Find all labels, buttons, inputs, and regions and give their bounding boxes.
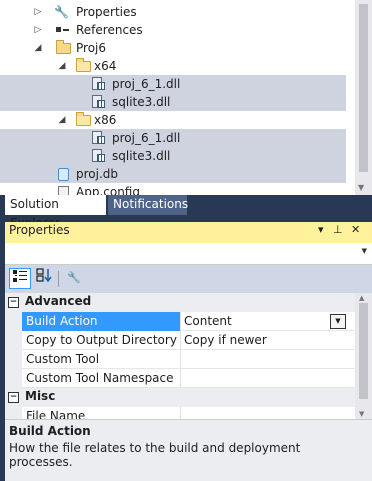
solution-explorer-scrollbar[interactable]: ▼: [355, 0, 372, 195]
object-selector-dropdown[interactable]: ▼: [5, 243, 372, 265]
properties-title-bar: Properties ▾ ⊥ ✕: [5, 222, 372, 243]
properties-title: Properties: [9, 223, 70, 237]
row-gutter: [5, 312, 22, 331]
folder-open-icon: [76, 112, 91, 126]
references-icon: [56, 27, 69, 33]
expand-arrow-icon[interactable]: ▷: [32, 21, 44, 39]
tree-item-label: proj_6_1.dll: [112, 131, 181, 145]
chevron-down-icon[interactable]: ▼: [330, 314, 346, 329]
category-label: Advanced: [25, 294, 92, 308]
tree-item-dll[interactable]: sqlite3.dll: [0, 147, 346, 165]
property-row-custom-tool-namespace[interactable]: Custom Tool Namespace: [5, 369, 355, 388]
property-description-pane: Build Action How the file relates to the…: [5, 419, 372, 481]
folder-icon: [56, 40, 71, 54]
property-name: File Name: [22, 407, 181, 419]
tree-item-x64-folder[interactable]: ◢ x64: [0, 57, 346, 75]
property-name: Custom Tool: [22, 350, 181, 369]
tree-item-label: Proj6: [76, 41, 107, 55]
categorized-icon: [13, 270, 27, 282]
collapse-arrow-icon[interactable]: ◢: [56, 57, 68, 75]
alphabetical-view-button[interactable]: [33, 268, 55, 289]
tree-item-label: x64: [94, 59, 117, 73]
scroll-up-arrow-icon[interactable]: ▲: [359, 294, 364, 302]
toolbar-separator: [58, 271, 59, 287]
properties-toolbar: 🔧: [5, 265, 372, 293]
chevron-down-icon[interactable]: ▼: [362, 247, 367, 255]
property-row-custom-tool[interactable]: Custom Tool: [5, 350, 355, 369]
properties-panel: Properties ▾ ⊥ ✕ ▼ 🔧 − Advanced Build Ac…: [5, 222, 372, 481]
dll-icon: [92, 131, 106, 146]
scrollbar-thumb[interactable]: [359, 4, 368, 172]
property-pages-button[interactable]: 🔧: [63, 268, 85, 289]
tree-item-label: x86: [94, 113, 117, 127]
tab-notifications[interactable]: Notifications: [108, 195, 188, 215]
close-icon[interactable]: ✕: [351, 223, 360, 236]
property-grid-scrollbar[interactable]: ▲ ▼: [355, 293, 372, 419]
property-row-file-name[interactable]: File Name: [5, 407, 355, 419]
tree-item-label: sqlite3.dll: [112, 95, 171, 109]
property-name: Build Action: [22, 312, 181, 331]
tree-item-properties[interactable]: ▷ 🔧 Properties: [0, 3, 346, 21]
tree-item-x86-folder[interactable]: ◢ x86: [0, 111, 346, 129]
window-position-dropdown-icon[interactable]: ▾: [318, 223, 324, 236]
sort-alphabetical-icon: [36, 268, 52, 283]
row-gutter: [5, 407, 22, 419]
tree-item-label: App.config: [76, 185, 140, 195]
scrollbar-thumb[interactable]: [359, 303, 368, 399]
expand-arrow-icon[interactable]: ▷: [32, 3, 44, 21]
tree-item-label: proj.db: [76, 167, 119, 181]
categorized-view-button[interactable]: [9, 268, 31, 289]
tree-item-dll[interactable]: proj_6_1.dll: [0, 129, 346, 147]
description-heading: Build Action: [9, 424, 91, 438]
tree-item-label: References: [76, 23, 143, 37]
property-value[interactable]: [181, 407, 355, 419]
dll-icon: [92, 77, 106, 92]
config-file-icon: [58, 186, 69, 195]
collapse-category-icon[interactable]: −: [8, 297, 19, 308]
category-advanced[interactable]: − Advanced: [5, 293, 355, 312]
row-gutter: [5, 350, 22, 369]
tool-window-tabs: Solution Explorer Notifications: [0, 195, 372, 230]
property-grid: − Advanced Build Action Content ▼ Copy t…: [5, 293, 355, 419]
row-gutter: [5, 369, 22, 388]
tree-item-app-config[interactable]: App.config: [0, 183, 346, 195]
wrench-icon: 🔧: [54, 5, 69, 19]
tree-item-label: sqlite3.dll: [112, 149, 171, 163]
collapse-category-icon[interactable]: −: [8, 392, 19, 403]
category-misc[interactable]: − Misc: [5, 388, 355, 407]
property-value[interactable]: Copy if newer: [181, 331, 355, 350]
scroll-down-arrow-icon[interactable]: ▼: [358, 183, 364, 192]
description-text: How the file relates to the build and de…: [9, 441, 301, 469]
property-row-copy-to-output[interactable]: Copy to Output Directory Copy if newer: [5, 331, 355, 350]
tree-item-proj-db[interactable]: proj.db: [0, 165, 346, 183]
database-file-icon: [58, 168, 69, 181]
scroll-down-arrow-icon[interactable]: ▼: [359, 410, 364, 418]
pin-icon[interactable]: ⊥: [333, 223, 343, 236]
property-row-build-action[interactable]: Build Action Content ▼: [5, 312, 355, 331]
collapse-arrow-icon[interactable]: ◢: [56, 111, 68, 129]
tree-item-dll[interactable]: proj_6_1.dll: [0, 75, 346, 93]
tree-item-references[interactable]: ▷ References: [0, 21, 346, 39]
property-value[interactable]: [181, 350, 355, 369]
tree-item-dll[interactable]: sqlite3.dll: [0, 93, 346, 111]
dll-icon: [92, 149, 106, 164]
dll-icon: [92, 95, 106, 110]
tree-item-proj6-folder[interactable]: ◢ Proj6: [0, 39, 346, 57]
solution-explorer: ▷ 🔧 Properties ▷ References ◢ Proj6 ◢ x6…: [0, 0, 372, 195]
folder-open-icon: [76, 58, 91, 72]
tab-solution-explorer[interactable]: Solution Explorer: [5, 195, 106, 230]
category-label: Misc: [25, 389, 56, 403]
property-value[interactable]: [181, 369, 355, 388]
property-name: Copy to Output Directory: [22, 331, 181, 350]
tree-item-label: proj_6_1.dll: [112, 77, 181, 91]
tree-item-label: Properties: [76, 5, 137, 19]
property-name: Custom Tool Namespace: [22, 369, 181, 388]
row-gutter: [5, 331, 22, 350]
property-value[interactable]: Content: [181, 312, 355, 331]
wrench-icon: 🔧: [67, 271, 81, 284]
collapse-arrow-icon[interactable]: ◢: [32, 39, 44, 57]
